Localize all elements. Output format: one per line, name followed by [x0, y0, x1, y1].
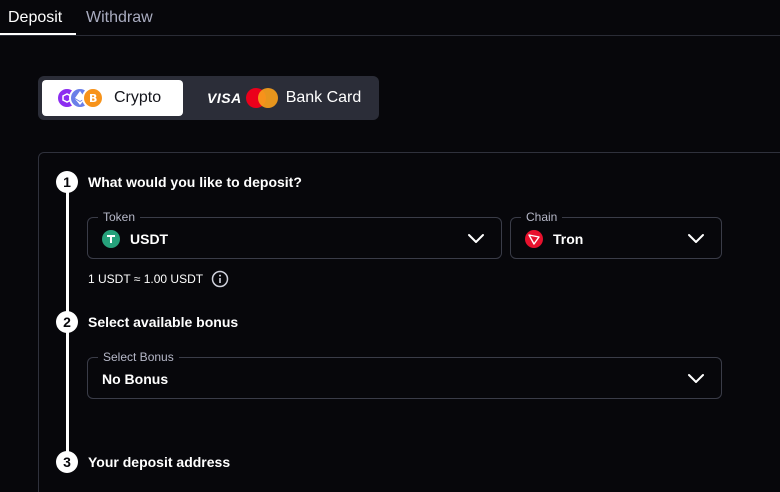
crypto-method-label: Crypto — [114, 89, 162, 106]
svg-text:B: B — [89, 92, 97, 104]
bonus-value: No Bonus — [102, 371, 169, 387]
bitcoin-coin-icon: B — [82, 87, 104, 109]
bank-card-method-label: Bank Card — [285, 89, 362, 106]
payment-method-switch: B Crypto VISA Bank Card — [38, 76, 379, 120]
step-2-number: 2 — [56, 311, 78, 333]
crypto-coins-icon: B — [56, 87, 106, 109]
tether-icon — [102, 230, 120, 248]
chevron-down-icon — [688, 374, 704, 383]
bank-card-method-button[interactable]: VISA Bank Card — [191, 80, 375, 116]
token-value: USDT — [130, 231, 169, 247]
bonus-select[interactable]: Select Bonus No Bonus — [87, 349, 722, 399]
chevron-down-icon — [688, 234, 704, 243]
deposit-withdraw-tabs: Deposit Withdraw — [0, 0, 780, 36]
bonus-legend: Select Bonus — [98, 349, 179, 365]
token-legend: Token — [98, 209, 141, 225]
token-select[interactable]: Token USDT — [87, 209, 502, 259]
tron-icon — [525, 230, 543, 248]
exchange-rate-text: 1 USDT ≈ 1.00 USDT — [88, 272, 204, 286]
info-icon[interactable] — [211, 270, 229, 288]
chevron-down-icon — [468, 234, 484, 243]
step-1-title: What would you like to deposit? — [88, 174, 302, 190]
active-tab-indicator — [0, 33, 76, 35]
step-1-number: 1 — [56, 171, 78, 193]
mastercard-logo — [245, 88, 278, 108]
chain-select[interactable]: Chain Tron — [510, 209, 722, 259]
chain-value: Tron — [553, 231, 584, 247]
crypto-method-button[interactable]: B Crypto — [42, 80, 183, 116]
step-2-title: Select available bonus — [88, 314, 239, 330]
visa-logo: VISA — [207, 90, 242, 106]
tab-deposit[interactable]: Deposit — [8, 9, 62, 27]
chain-legend: Chain — [521, 209, 563, 225]
tab-withdraw[interactable]: Withdraw — [86, 9, 153, 27]
step-3-number: 3 — [56, 451, 78, 473]
step-3-title: Your deposit address — [88, 454, 231, 470]
